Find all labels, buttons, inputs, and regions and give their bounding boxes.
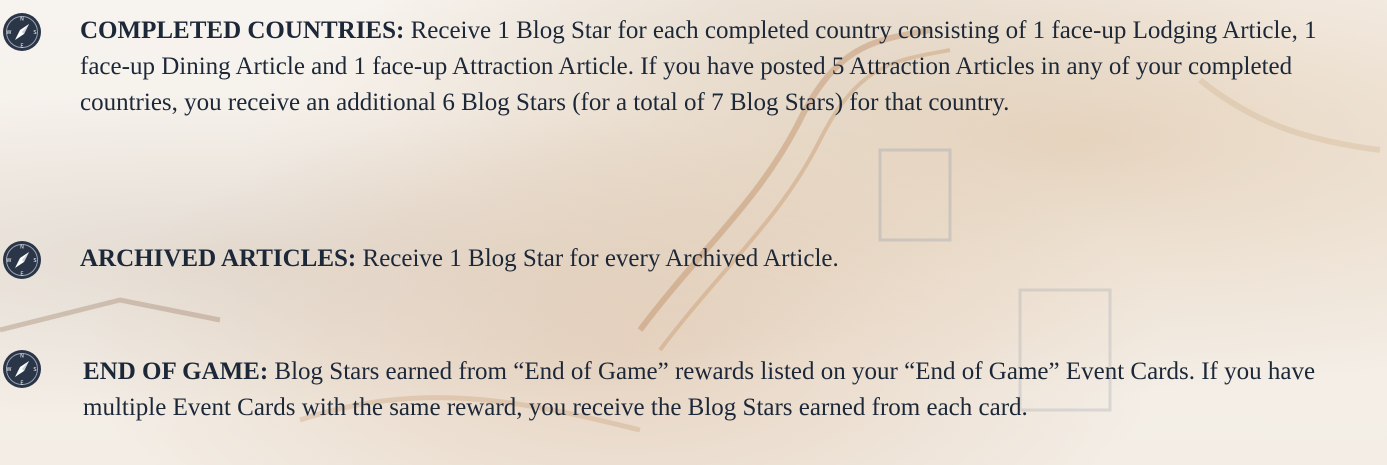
entry-heading: ARCHIVED ARTICLES: bbox=[80, 245, 357, 272]
svg-text:W: W bbox=[7, 258, 12, 264]
entry-heading: COMPLETED COUNTRIES: bbox=[80, 17, 405, 44]
entry-text: END OF GAME: Blog Stars earned from “End… bbox=[83, 354, 1351, 426]
entry-text: ARCHIVED ARTICLES: Receive 1 Blog Star f… bbox=[80, 241, 1351, 277]
entry-body: Blog Stars earned from “End of Game” rew… bbox=[83, 358, 1316, 421]
entry-body: Receive 1 Blog Star for every Archived A… bbox=[362, 245, 839, 272]
entry-heading: END OF GAME: bbox=[83, 358, 269, 385]
svg-text:E: E bbox=[20, 44, 23, 50]
svg-text:E: E bbox=[20, 381, 23, 387]
svg-text:W: W bbox=[7, 30, 12, 36]
svg-text:E: E bbox=[20, 272, 23, 278]
compass-icon: N E S W bbox=[2, 240, 42, 280]
svg-text:S: S bbox=[33, 30, 36, 36]
compass-icon: N E S W bbox=[2, 349, 42, 389]
svg-text:S: S bbox=[33, 367, 36, 373]
entry-text: COMPLETED COUNTRIES: Receive 1 Blog Star… bbox=[80, 13, 1351, 121]
svg-text:N: N bbox=[20, 354, 24, 360]
svg-text:N: N bbox=[20, 17, 24, 23]
compass-icon: N E S W bbox=[2, 12, 42, 52]
svg-text:W: W bbox=[7, 367, 12, 373]
svg-text:S: S bbox=[33, 258, 36, 264]
svg-text:N: N bbox=[20, 245, 24, 251]
